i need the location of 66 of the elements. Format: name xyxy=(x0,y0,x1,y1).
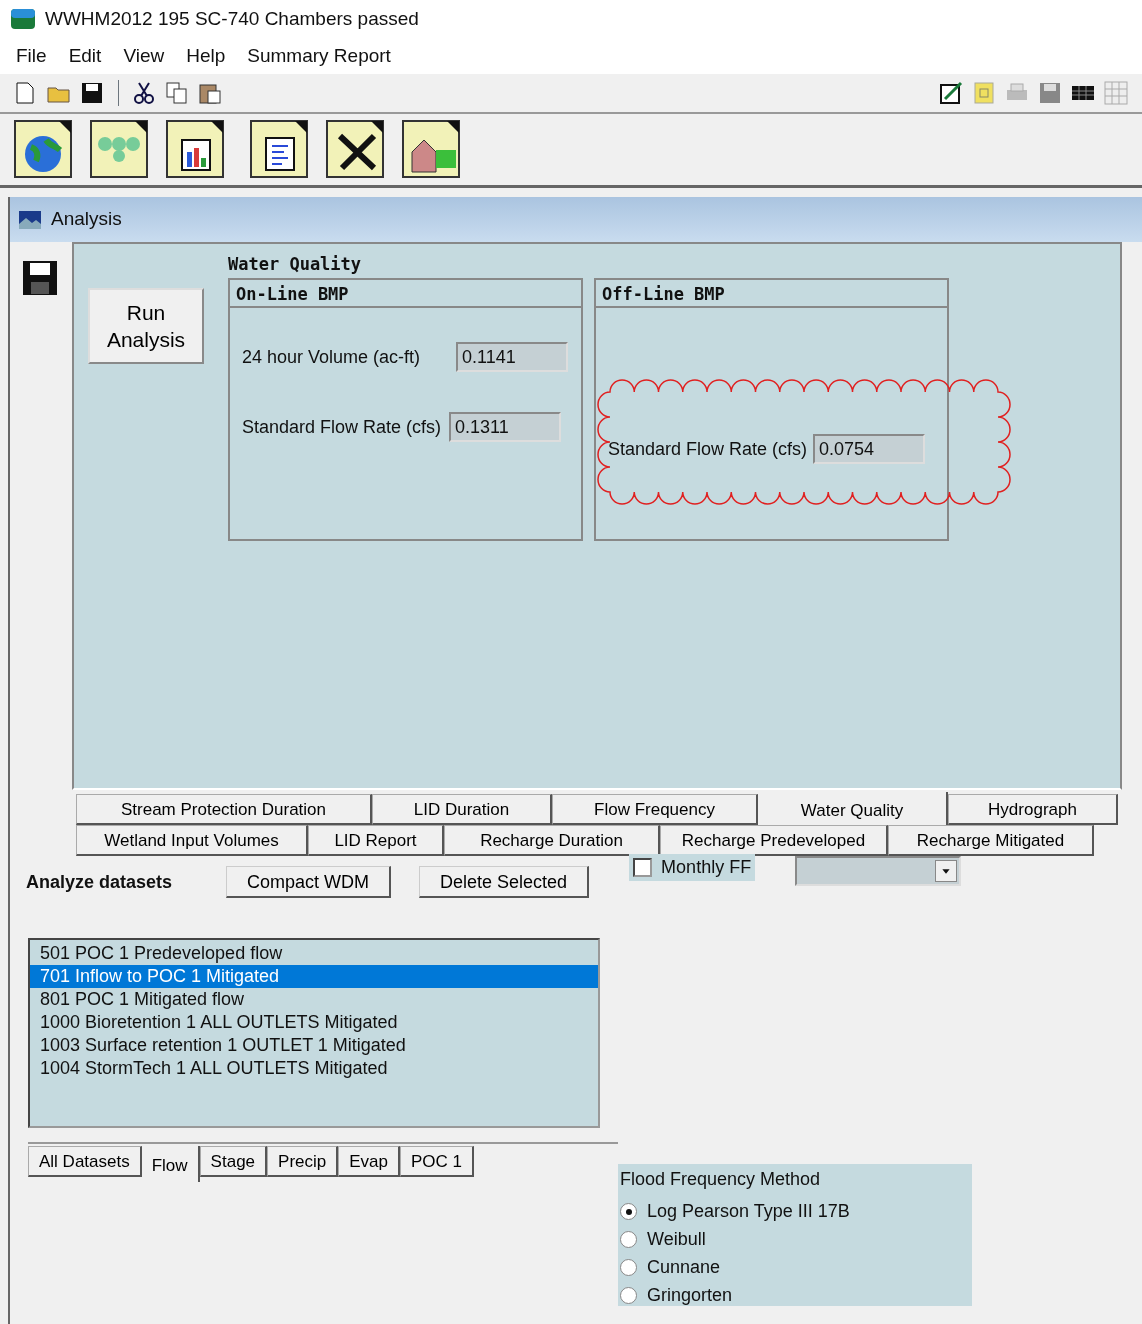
tab[interactable]: Flow Frequency xyxy=(552,794,758,825)
tab[interactable]: LID Report xyxy=(308,825,444,856)
lid-house-button[interactable] xyxy=(402,120,460,178)
cut-icon[interactable] xyxy=(132,81,156,105)
edit-icon[interactable] xyxy=(939,81,963,105)
tab[interactable]: Wetland Input Volumes xyxy=(76,825,308,856)
radio-label: Log Pearson Type III 17B xyxy=(647,1200,850,1223)
list-item[interactable]: 1000 Bioretention 1 ALL OUTLETS Mitigated xyxy=(38,1011,590,1034)
list-item[interactable]: 801 POC 1 Mitigated flow xyxy=(38,988,590,1011)
save-icon[interactable] xyxy=(80,81,104,105)
tab[interactable]: Recharge Duration xyxy=(444,825,660,856)
list-item[interactable]: 701 Inflow to POC 1 Mitigated xyxy=(30,965,598,988)
action-button[interactable]: Delete Selected xyxy=(419,866,590,898)
group-title: Off-Line BMP xyxy=(596,280,947,308)
tab[interactable]: Recharge Mitigated xyxy=(888,825,1094,856)
radio-label: Weibull xyxy=(647,1228,706,1251)
copy-icon[interactable] xyxy=(165,81,189,105)
run-analysis-button[interactable]: Run Analysis xyxy=(88,288,204,364)
save-icon[interactable] xyxy=(22,260,58,296)
landscape-icon xyxy=(18,209,42,230)
value-field[interactable]: 0.0754 xyxy=(813,434,926,464)
tab[interactable]: Stream Protection Duration xyxy=(76,794,372,825)
group-title: Flood Frequency Method xyxy=(620,1168,822,1191)
tab[interactable]: POC 1 xyxy=(400,1146,474,1177)
radio-label: Gringorten xyxy=(647,1284,733,1307)
value-field[interactable]: 0.1141 xyxy=(456,342,569,372)
checkbox[interactable] xyxy=(633,858,653,877)
radio-button[interactable] xyxy=(620,1259,637,1276)
menu-item[interactable]: File xyxy=(16,41,47,71)
menu-item[interactable]: Summary Report xyxy=(247,41,391,71)
list-item[interactable]: 1004 StormTech 1 ALL OUTLETS Mitigated xyxy=(38,1057,590,1080)
list-item[interactable]: 1003 Surface retention 1 OUTLET 1 Mitigated xyxy=(38,1034,590,1057)
tab[interactable]: Precip xyxy=(267,1146,339,1177)
report-button[interactable] xyxy=(250,120,308,178)
section-label: Analyze datasets xyxy=(26,870,174,894)
list-item[interactable]: 501 POC 1 Predeveloped flow xyxy=(38,942,590,965)
tab[interactable]: All Datasets xyxy=(28,1146,142,1177)
group-title: On-Line BMP xyxy=(230,280,581,308)
field-label: 24 hour Volume (ac-ft) xyxy=(242,345,421,369)
window-title: WWHM2012 195 SC-740 Chambers passed xyxy=(45,6,419,31)
tab[interactable]: Evap xyxy=(338,1146,400,1177)
radio-button[interactable] xyxy=(620,1287,637,1304)
tab[interactable]: LID Duration xyxy=(372,794,552,825)
field-label: Standard Flow Rate (cfs) xyxy=(242,415,442,439)
radio-button[interactable] xyxy=(620,1231,637,1248)
app-icon xyxy=(10,8,36,30)
dataset-list[interactable] xyxy=(28,938,600,1128)
window-title: Analysis xyxy=(51,207,122,232)
radio-label: Cunnane xyxy=(647,1256,721,1279)
menu-item[interactable]: Edit xyxy=(68,41,102,71)
section-title: Water Quality xyxy=(228,253,363,276)
menu-item[interactable]: View xyxy=(123,41,165,71)
field-label: Standard Flow Rate (cfs) xyxy=(608,437,808,461)
tab[interactable]: Hydrograph xyxy=(948,794,1118,825)
tab[interactable]: Recharge Predeveloped xyxy=(660,825,888,856)
value-field[interactable]: 0.1311 xyxy=(449,412,562,442)
paste-icon[interactable] xyxy=(198,81,222,105)
nodes-icon xyxy=(98,136,140,162)
menu-item[interactable]: Help xyxy=(186,41,226,71)
bar-chart-button[interactable] xyxy=(166,120,224,178)
nodes-button[interactable] xyxy=(90,120,148,178)
action-button[interactable]: Compact WDM xyxy=(226,866,391,898)
checkbox-label: Monthly FF xyxy=(661,856,752,879)
tab[interactable]: Stage xyxy=(199,1146,268,1177)
globe-button[interactable] xyxy=(14,120,72,178)
radio-button[interactable] xyxy=(620,1203,637,1220)
